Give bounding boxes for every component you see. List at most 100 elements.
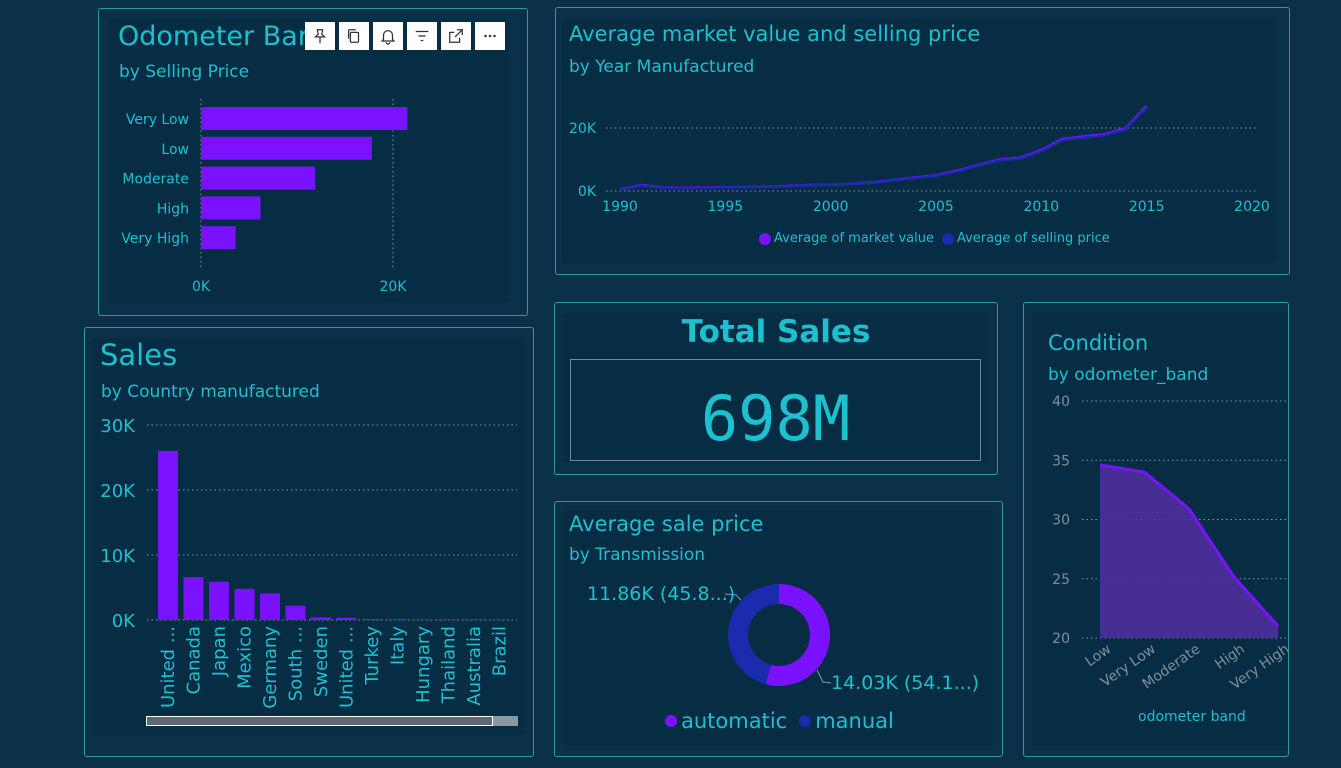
transmission-legend: automatic manual	[665, 709, 894, 733]
sales-bar	[234, 588, 255, 620]
donut-leader-automatic	[816, 669, 832, 684]
sales-bar	[311, 617, 331, 620]
odometer-subtitle: by Selling Price	[119, 62, 250, 82]
sales-bar	[362, 619, 382, 620]
sales-bar	[387, 619, 408, 620]
donut-label-automatic: 14.03K (54.1...)	[831, 672, 980, 694]
sales-country-label: Australia	[464, 626, 485, 706]
avg-sale-price-panel[interactable]: Average sale price by Transmission 11.86…	[554, 501, 1003, 757]
market-x-tick: 1995	[708, 199, 744, 215]
focus-mode-button[interactable]	[441, 22, 471, 50]
sales-country-label: Japan	[209, 626, 230, 677]
condition-area-chart: 2025303540LowVery LowModerate HighVery Hi…	[1052, 394, 1288, 693]
market-value-panel[interactable]: Average market value and selling price b…	[555, 7, 1290, 275]
copy-button[interactable]	[339, 22, 369, 50]
condition-y-tick: 25	[1052, 572, 1070, 588]
copy-icon	[347, 29, 360, 43]
market-x-tick: 2005	[918, 199, 954, 215]
total-sales-title: Total Sales	[681, 314, 871, 350]
market-x-tick: 2010	[1024, 199, 1060, 215]
odometer-category-label: Low	[161, 142, 189, 158]
sales-title: Sales	[100, 338, 178, 372]
pin-button[interactable]	[305, 22, 335, 50]
sales-country-label: Italy	[388, 626, 409, 665]
condition-x-tick: Low	[1083, 641, 1115, 670]
condition-title: Condition	[1048, 331, 1149, 355]
legend-automatic-dot	[665, 715, 677, 727]
market-value-line-chart: 0K 20K 1990 1995 2000 2005 2010 2015 2020	[569, 105, 1270, 215]
sales-country-label: Germany	[260, 626, 281, 709]
sales-country-label: United ...	[158, 626, 179, 708]
condition-x-axis-title: odometer band	[1138, 709, 1246, 725]
legend-market-value-dot	[759, 232, 771, 245]
condition-x-tick: High	[1212, 641, 1248, 673]
sales-country-label: Sweden	[311, 626, 332, 697]
sales-bar	[183, 577, 204, 620]
legend-selling-price-label: Average of selling price	[956, 231, 1110, 246]
sales-y-tick: 10K	[100, 546, 136, 567]
odometer-title: Odometer Band	[118, 21, 333, 52]
avg-sale-price-title: Average sale price	[569, 512, 764, 536]
sales-bar-chart: 0K10K20K30KUnited ... Canada Japan Mexico Ge…	[100, 416, 517, 709]
condition-y-tick: 35	[1052, 453, 1070, 469]
sales-bar	[489, 619, 510, 620]
market-value-line	[619, 105, 1148, 191]
market-y-tick: 20K	[569, 121, 597, 137]
condition-area-fill	[1100, 465, 1278, 638]
sales-country-label: Hungary	[413, 626, 434, 703]
sales-bar	[158, 451, 178, 620]
market-value-legend: Average of market value Average of selli…	[759, 231, 1110, 246]
sales-y-tick: 30K	[100, 416, 136, 437]
market-x-tick: 2020	[1234, 199, 1270, 215]
sales-country-label: Mexico	[235, 626, 256, 689]
sales-bar	[260, 593, 280, 620]
sales-scrollbar-track[interactable]	[146, 716, 518, 726]
sales-country-label: United ...	[337, 626, 358, 708]
sales-y-tick: 20K	[100, 481, 136, 502]
odometer-x-tick: 0K	[192, 279, 211, 295]
legend-manual-dot	[799, 715, 812, 727]
market-x-tick: 1990	[602, 199, 638, 215]
more-options-button[interactable]	[475, 22, 505, 50]
odometer-bar-chart: Very Low Low Moderate High Very High 0K 20K	[121, 99, 408, 295]
total-sales-card: 698M	[570, 359, 981, 461]
market-value-subtitle: by Year Manufactured	[569, 57, 755, 77]
sales-scrollbar-thumb[interactable]	[146, 716, 493, 726]
sales-y-tick: 0K	[112, 611, 136, 632]
sales-subtitle: by Country manufactured	[101, 382, 320, 402]
odometer-bar	[201, 107, 408, 130]
selling-price-line	[619, 106, 1148, 191]
market-value-title: Average market value and selling price	[569, 22, 981, 46]
market-x-tick: 2015	[1129, 199, 1165, 215]
sales-bar	[464, 619, 484, 620]
sales-bar	[336, 617, 357, 620]
condition-y-tick: 40	[1052, 394, 1070, 410]
sales-country-label: Brazil	[490, 626, 511, 676]
condition-y-tick: 20	[1052, 631, 1070, 647]
legend-market-value-label: Average of market value	[774, 231, 934, 246]
sales-panel[interactable]: Sales by Country manufactured 0K 10K 20K 30…	[84, 327, 534, 757]
donut-label-manual: 11.86K (45.8...)	[587, 583, 736, 605]
sales-bar	[285, 605, 306, 620]
sales-country-label: South ...	[286, 626, 307, 701]
odometer-bar	[201, 196, 261, 220]
odometer-category-label: Very High	[121, 231, 189, 247]
legend-manual-label: manual	[815, 709, 894, 733]
bell-icon	[380, 29, 396, 45]
odometer-panel[interactable]: Odometer Band by Selling Price Very Low L…	[98, 8, 528, 316]
alert-button[interactable]	[373, 22, 403, 50]
odometer-bar	[201, 166, 316, 190]
filter-icon	[415, 30, 429, 42]
total-sales-value: 698M	[700, 382, 851, 455]
filter-button[interactable]	[407, 22, 437, 50]
market-y-tick: 0K	[578, 184, 597, 200]
odometer-category-label: Very Low	[126, 112, 189, 128]
market-x-tick: 2000	[813, 199, 849, 215]
expand-icon	[449, 29, 463, 43]
total-sales-panel[interactable]: Total Sales 698M	[554, 302, 998, 475]
odometer-category-label: High	[157, 201, 189, 217]
condition-panel[interactable]: Condition by odometer_band 20 25 30 35 40 Low…	[1023, 302, 1289, 757]
more-icon	[484, 34, 496, 38]
odometer-category-label: Moderate	[122, 172, 189, 188]
sales-bar	[438, 619, 459, 620]
